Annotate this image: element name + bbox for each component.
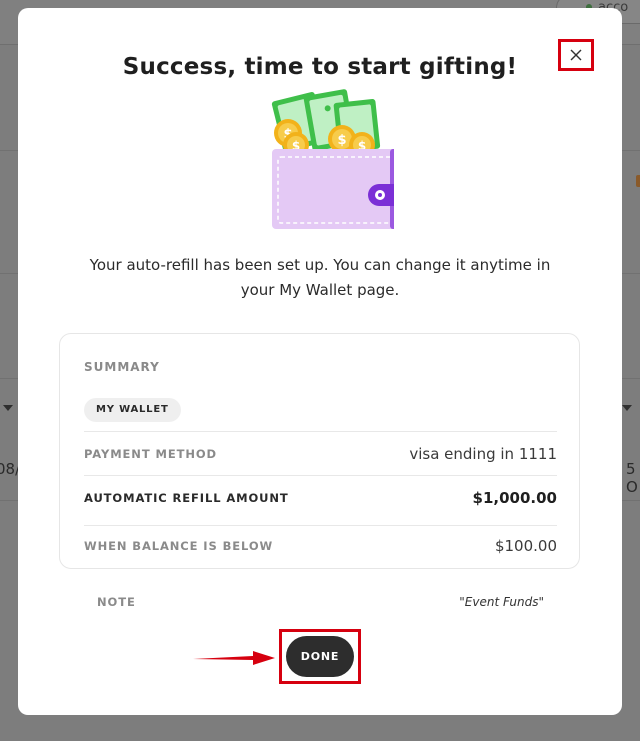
summary-row-balance-threshold: WHEN BALANCE IS BELOW $100.00 — [84, 524, 557, 567]
background-date-text: 5 O — [626, 460, 638, 496]
refill-amount-label: AUTOMATIC REFILL AMOUNT — [84, 490, 289, 505]
wallet-pill: MY WALLET — [84, 398, 181, 422]
summary-row-refill-amount: AUTOMATIC REFILL AMOUNT $1,000.00 — [84, 476, 557, 519]
summary-card: SUMMARY MY WALLET PAYMENT METHOD visa en… — [59, 333, 580, 569]
pointer-arrow-icon — [193, 651, 275, 665]
background-dropdown-icon — [622, 405, 632, 411]
confirmation-message: Your auto-refill has been set up. You ca… — [89, 256, 551, 299]
background-dropdown-icon — [3, 405, 13, 411]
wallet-with-money-icon: $ $ $ $ — [271, 89, 394, 229]
close-button[interactable] — [558, 39, 594, 71]
note-label: NOTE — [97, 595, 136, 609]
balance-threshold-value: $100.00 — [494, 536, 557, 555]
note-value: "Event Funds" — [459, 595, 544, 609]
summary-heading: SUMMARY — [84, 360, 160, 374]
svg-text:$: $ — [337, 133, 346, 148]
payment-method-label: PAYMENT METHOD — [84, 446, 217, 461]
done-button-highlight: DONE — [279, 629, 361, 684]
summary-row-payment-method: PAYMENT METHOD visa ending in 1111 — [84, 432, 557, 475]
payment-method-value: visa ending in 1111 — [409, 444, 557, 463]
close-icon — [570, 49, 582, 61]
done-button[interactable]: DONE — [286, 636, 354, 677]
background-marker — [636, 175, 640, 187]
modal-title: Success, time to start gifting! — [122, 54, 518, 80]
refill-amount-value: $1,000.00 — [472, 488, 557, 507]
balance-threshold-label: WHEN BALANCE IS BELOW — [84, 538, 274, 553]
success-modal: Success, time to start gifting! $ $ $ $ … — [18, 8, 622, 715]
